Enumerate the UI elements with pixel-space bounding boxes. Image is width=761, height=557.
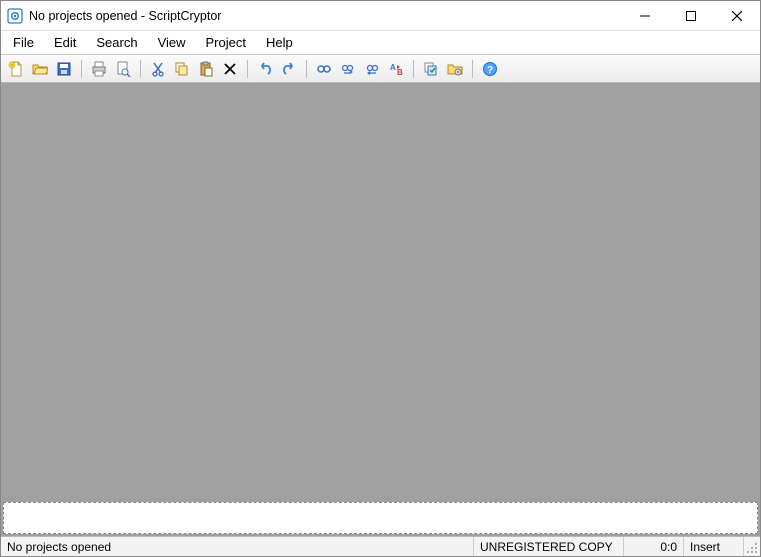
toolbar-separator <box>472 60 473 78</box>
menu-edit[interactable]: Edit <box>44 32 86 53</box>
toolbar-separator <box>81 60 82 78</box>
redo-button[interactable] <box>278 58 300 80</box>
window-title: No projects opened - ScriptCryptor <box>29 9 221 23</box>
delete-button[interactable] <box>219 58 241 80</box>
options-button[interactable] <box>444 58 466 80</box>
help-button[interactable]: ? <box>479 58 501 80</box>
status-cursor-position: 0:0 <box>624 537 684 556</box>
undo-button[interactable] <box>254 58 276 80</box>
paste-button[interactable] <box>195 58 217 80</box>
menu-search[interactable]: Search <box>86 32 147 53</box>
menu-view[interactable]: View <box>148 32 196 53</box>
minimize-button[interactable] <box>622 1 668 31</box>
statusbar: No projects opened UNREGISTERED COPY 0:0… <box>1 536 760 556</box>
message-panel[interactable] <box>3 502 758 534</box>
titlebar: No projects opened - ScriptCryptor <box>1 1 760 31</box>
toolbar-separator <box>247 60 248 78</box>
window-controls <box>622 1 760 31</box>
replace-button[interactable]: A B <box>385 58 407 80</box>
app-icon <box>7 8 23 24</box>
toolbar-separator <box>306 60 307 78</box>
menu-help[interactable]: Help <box>256 32 303 53</box>
cut-button[interactable] <box>147 58 169 80</box>
find-prev-button[interactable] <box>361 58 383 80</box>
open-file-button[interactable] <box>29 58 51 80</box>
status-license: UNREGISTERED COPY <box>474 537 624 556</box>
toolbar: A B ? <box>1 55 760 83</box>
status-message: No projects opened <box>1 537 474 556</box>
status-insert-mode: Insert <box>684 537 744 556</box>
save-button[interactable] <box>53 58 75 80</box>
compile-button[interactable] <box>420 58 442 80</box>
maximize-button[interactable] <box>668 1 714 31</box>
copy-button[interactable] <box>171 58 193 80</box>
find-button[interactable] <box>313 58 335 80</box>
workspace <box>1 83 760 536</box>
menubar: File Edit Search View Project Help <box>1 31 760 55</box>
resize-grip[interactable] <box>744 537 760 556</box>
svg-text:?: ? <box>487 65 493 76</box>
print-button[interactable] <box>88 58 110 80</box>
new-file-button[interactable] <box>5 58 27 80</box>
print-preview-button[interactable] <box>112 58 134 80</box>
toolbar-separator <box>413 60 414 78</box>
menu-project[interactable]: Project <box>196 32 256 53</box>
find-next-button[interactable] <box>337 58 359 80</box>
close-button[interactable] <box>714 1 760 31</box>
editor-area[interactable] <box>1 83 760 500</box>
svg-text:A: A <box>390 63 396 72</box>
menu-file[interactable]: File <box>3 32 44 53</box>
svg-text:B: B <box>397 68 403 77</box>
toolbar-separator <box>140 60 141 78</box>
